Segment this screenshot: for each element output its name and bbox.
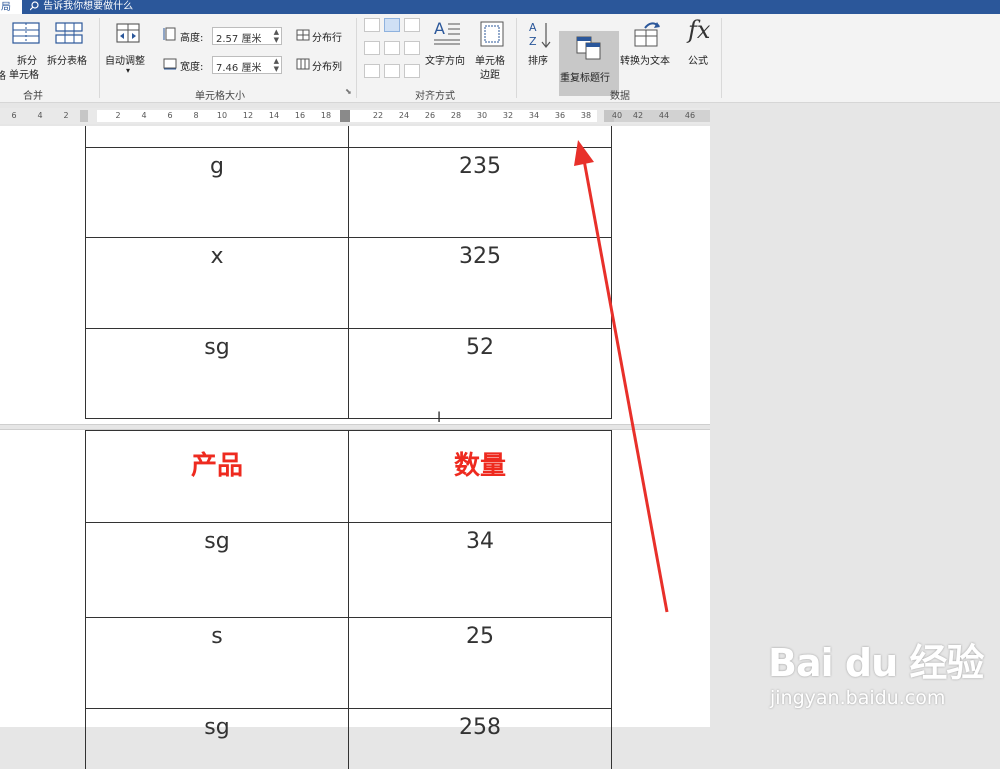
arrow-shaft <box>582 159 669 613</box>
arrow-head <box>574 140 594 166</box>
annotation-arrow <box>574 140 669 613</box>
baidu-watermark: Bai du 经验 jingyan.baidu.com <box>768 632 984 709</box>
watermark-url: jingyan.baidu.com <box>770 687 946 709</box>
watermark-logo: Bai du 经验 <box>768 641 984 685</box>
